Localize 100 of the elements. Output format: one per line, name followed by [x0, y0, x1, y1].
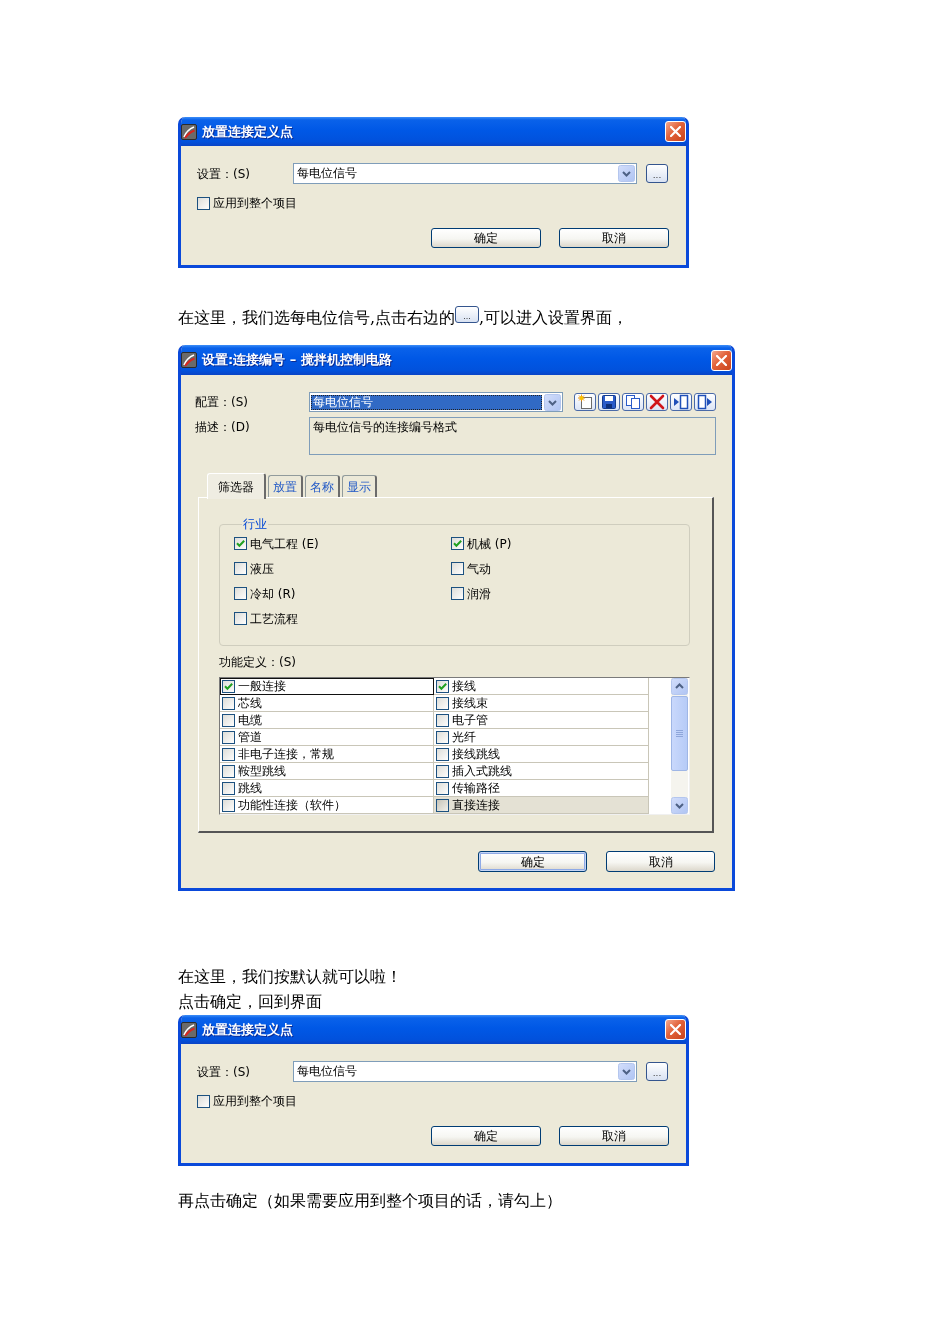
dropdown[interactable]: 每电位信号	[309, 392, 563, 412]
list-item[interactable]: 接线	[434, 678, 649, 695]
item-label: 电缆	[238, 713, 262, 727]
checkbox-label: 气动	[467, 561, 491, 576]
close-button[interactable]	[711, 349, 732, 371]
checkbox-label: 应用到整个项目	[213, 196, 297, 210]
checkbox[interactable]	[436, 798, 449, 812]
item-label: 直接连接	[452, 798, 500, 812]
tab[interactable]: 筛选器	[207, 473, 266, 499]
list-item[interactable]: 鞍型跳线	[220, 763, 434, 780]
window-title: 放置连接定义点	[202, 1021, 294, 1038]
checkbox[interactable]	[451, 562, 464, 575]
chevron-down-icon[interactable]	[544, 393, 561, 411]
item-label: 芯线	[238, 696, 262, 710]
window-title: 放置连接定义点	[202, 123, 294, 140]
app-logo-icon	[181, 352, 197, 368]
dropdown-value: 每电位信号	[296, 1064, 358, 1079]
list-item[interactable]: 接线跳线	[434, 746, 649, 763]
list-item[interactable]: 光纤	[434, 729, 649, 746]
list-item[interactable]: 芯线	[220, 695, 434, 712]
close-button[interactable]	[665, 121, 686, 142]
checkbox-label: 润滑	[467, 586, 491, 601]
checkbox[interactable]	[436, 713, 449, 727]
tab[interactable]: 显示	[342, 475, 377, 497]
checkbox[interactable]	[436, 696, 449, 710]
description-field[interactable]: 每电位信号的连接编号格式	[309, 417, 716, 455]
browse-button[interactable]: ...	[646, 1062, 668, 1081]
list-item[interactable]: 非电子连接，常规	[220, 746, 434, 763]
scrollbar-thumb[interactable]	[671, 696, 688, 771]
close-icon[interactable]	[670, 126, 681, 137]
close-icon[interactable]	[716, 354, 727, 366]
item-label: 接线	[452, 679, 476, 693]
list-item[interactable]: 电子管	[434, 712, 649, 729]
chevron-down-icon[interactable]	[618, 1063, 635, 1080]
scroll-down-icon[interactable]	[671, 797, 688, 814]
item-label: 接线跳线	[452, 747, 500, 761]
item-label: 功能性连接（软件）	[238, 798, 346, 812]
checkbox-label: 液压	[250, 561, 274, 576]
chevron-down-icon[interactable]	[618, 165, 635, 182]
checkbox[interactable]	[234, 612, 247, 625]
close-icon[interactable]	[670, 1024, 681, 1035]
checkbox[interactable]	[222, 713, 235, 727]
close-button[interactable]	[665, 1019, 686, 1040]
dropdown[interactable]: 每电位信号	[293, 163, 637, 184]
checkbox[interactable]	[234, 587, 247, 600]
checkbox[interactable]	[222, 798, 235, 812]
checkbox[interactable]	[222, 781, 235, 795]
list-item[interactable]: 插入式跳线	[434, 763, 649, 780]
tab[interactable]: 放置	[268, 475, 303, 497]
list-item[interactable]: 电缆	[220, 712, 434, 729]
item-label: 接线束	[452, 696, 488, 710]
dialog-button[interactable]: 确定	[431, 228, 541, 248]
checkbox[interactable]	[436, 679, 449, 693]
checkbox[interactable]	[222, 696, 235, 710]
list-item[interactable]: 直接连接	[434, 797, 649, 814]
item-label: 电子管	[452, 713, 488, 727]
list-item[interactable]: 管道	[220, 729, 434, 746]
checkbox[interactable]	[436, 764, 449, 778]
browse-button[interactable]: ...	[646, 164, 668, 183]
list-item[interactable]: 跳线	[220, 780, 434, 797]
checkbox-label: 冷却 (R)	[250, 586, 296, 601]
dialog-button[interactable]: 取消	[606, 851, 715, 872]
checkbox[interactable]	[222, 764, 235, 778]
dialog-button[interactable]: 确定	[478, 851, 587, 872]
tab[interactable]: 名称	[305, 475, 340, 497]
dropdown-value: 每电位信号	[311, 394, 542, 410]
checkbox[interactable]	[222, 747, 235, 761]
checkbox[interactable]	[197, 196, 210, 210]
browse-button-picture: ...	[455, 306, 480, 323]
checkbox[interactable]	[436, 747, 449, 761]
checkbox-label: 机械 (P)	[467, 536, 512, 551]
field-label: 功能定义：(S)	[219, 655, 297, 669]
checkbox[interactable]	[436, 781, 449, 795]
list-item[interactable]: 传输路径	[434, 780, 649, 797]
scrollbar[interactable]	[671, 678, 688, 814]
item-label: 非电子连接，常规	[238, 747, 334, 761]
field-label: 设置：(S)	[197, 166, 251, 181]
checkbox[interactable]	[451, 587, 464, 600]
field-label: 设置：(S)	[197, 1064, 251, 1079]
checkbox[interactable]	[451, 537, 464, 550]
dialog-button[interactable]: 确定	[431, 1126, 541, 1146]
checkbox[interactable]	[222, 730, 235, 744]
list-item[interactable]: 接线束	[434, 695, 649, 712]
item-label: 跳线	[238, 781, 262, 795]
list-item[interactable]: 功能性连接（软件）	[220, 797, 434, 814]
checkbox[interactable]	[197, 1094, 210, 1108]
dropdown[interactable]: 每电位信号	[293, 1061, 637, 1082]
checkbox[interactable]	[234, 537, 247, 550]
list-item[interactable]: 一般连接	[220, 678, 434, 695]
checkbox[interactable]	[234, 562, 247, 575]
instruction-text: 在这里，我们按默认就可以啦！	[178, 967, 402, 986]
checkbox[interactable]	[222, 679, 235, 693]
instruction-text: 点击确定，回到界面	[178, 992, 322, 1011]
dialog-button[interactable]: 取消	[559, 1126, 669, 1146]
checkbox[interactable]	[436, 730, 449, 744]
dialog-button[interactable]: 取消	[559, 228, 669, 248]
scroll-up-icon[interactable]	[671, 678, 688, 695]
item-label: 一般连接	[238, 679, 286, 693]
instruction-text: 在这里，我们选每电位信号,点击右边的	[178, 308, 456, 327]
checkbox-label: 应用到整个项目	[213, 1094, 297, 1108]
